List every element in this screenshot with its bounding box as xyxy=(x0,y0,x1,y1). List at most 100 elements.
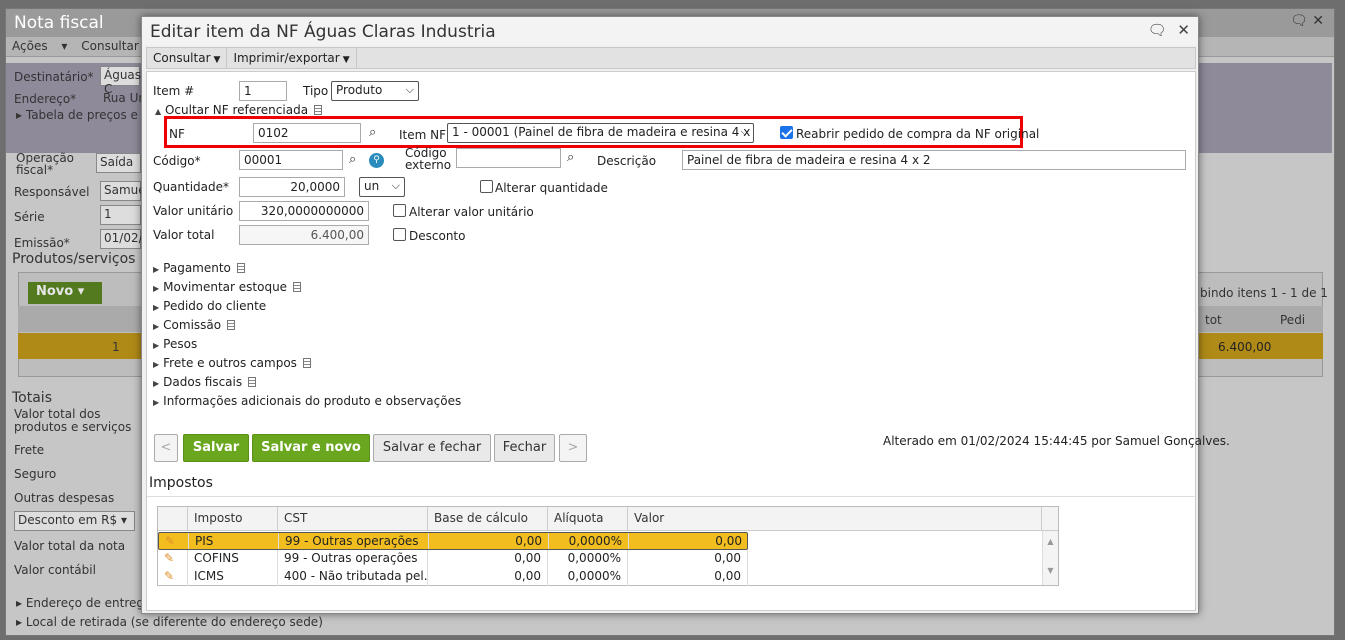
item-nf-select[interactable]: 1 - 00001 (Painel de fibra de madeira e … xyxy=(447,123,754,143)
caret-right-icon: ▶ xyxy=(153,341,160,350)
document-icon xyxy=(293,282,302,292)
codigo-label: Código* xyxy=(153,154,201,168)
cell-valor: 0,00 xyxy=(628,568,748,586)
bg-title-text: Nota fiscal xyxy=(14,13,104,33)
descricao-label: Descrição xyxy=(597,154,657,168)
document-icon xyxy=(236,263,245,273)
nf-input[interactable]: 0102 xyxy=(253,123,361,143)
section-frete[interactable]: ▶ Frete e outros campos xyxy=(153,356,311,370)
item-input[interactable]: 1 xyxy=(239,81,287,101)
save-and-new-button[interactable]: Salvar e novo xyxy=(252,434,370,462)
bg-row-total: 6.400,00 xyxy=(1218,340,1272,354)
alterar-quantidade-label: Alterar quantidade xyxy=(495,181,608,195)
bg-label-valor-total-produtos: Valor total dos produtos e serviços xyxy=(14,407,132,434)
reabrir-checkbox[interactable] xyxy=(780,126,793,139)
chat-icon[interactable]: 🗨︎ xyxy=(1148,21,1167,39)
caret-right-icon: ▶ xyxy=(153,360,160,369)
table-row[interactable]: ✎ ICMS 400 - Não tributada pel... 0,00 0… xyxy=(158,568,1042,586)
chevron-down-icon: ⌵ xyxy=(405,83,414,96)
cell-cst: 99 - Outras operações xyxy=(279,533,429,549)
cell-imposto: ICMS xyxy=(188,568,278,586)
section-pedido-cliente[interactable]: ▶ Pedido do cliente xyxy=(153,299,266,313)
ocultar-nf-toggle[interactable]: ▲ Ocultar NF referenciada xyxy=(155,103,323,117)
valor-unitario-label: Valor unitário xyxy=(153,204,234,218)
descricao-input[interactable]: Painel de fibra de madeira e resina 4 x … xyxy=(682,150,1186,170)
previous-button[interactable]: < xyxy=(154,434,178,462)
codigo-externo-label: Código externo xyxy=(405,146,452,172)
section-movimentar-estoque[interactable]: ▶ Movimentar estoque xyxy=(153,280,302,294)
codigo-input[interactable]: 00001 xyxy=(239,150,343,170)
dialog-body: Item # 1 Tipo Produto ⌵ ▲ Ocultar NF refe… xyxy=(146,71,1230,611)
col-imposto[interactable]: Imposto xyxy=(188,507,278,531)
search-icon[interactable]: ⌕ xyxy=(369,125,376,140)
bg-label-endereco: Endereço* xyxy=(14,92,77,106)
caret-right-icon: ▶ xyxy=(153,284,160,293)
document-icon xyxy=(227,320,236,330)
col-aliquota[interactable]: Alíquota xyxy=(548,507,628,531)
imprimir-menu[interactable]: Imprimir/exportar ▼ xyxy=(227,48,357,68)
scroll-down-icon[interactable]: ▼ xyxy=(1043,566,1058,575)
cell-aliquota: 0,0000% xyxy=(548,550,628,568)
col-cst[interactable]: CST xyxy=(278,507,428,531)
table-row[interactable]: ✎ PIS 99 - Outras operações 0,00 0,0000%… xyxy=(158,532,748,550)
tipo-select[interactable]: Produto ⌵ xyxy=(331,81,419,101)
save-button[interactable]: Salvar xyxy=(183,434,249,462)
pencil-icon[interactable]: ✎ xyxy=(159,533,189,549)
valor-unitario-input[interactable]: 320,0000000000 xyxy=(239,201,369,221)
bg-row-item: 1 xyxy=(112,340,120,354)
col-base-calculo[interactable]: Base de cálculo xyxy=(428,507,548,531)
cell-valor: 0,00 xyxy=(628,550,748,568)
cell-base: 0,00 xyxy=(428,550,548,568)
unidade-select[interactable]: un ⌵ xyxy=(359,177,405,197)
section-info-adicionais[interactable]: ▶ Informações adicionais do produto e obs… xyxy=(153,394,461,408)
pencil-icon[interactable]: ✎ xyxy=(158,550,188,568)
caret-right-icon: ▶ xyxy=(153,303,160,312)
section-comissao[interactable]: ▶ Comissão xyxy=(153,318,236,332)
document-icon xyxy=(248,377,257,387)
valor-total-label: Valor total xyxy=(153,228,215,242)
pencil-icon[interactable]: ✎ xyxy=(158,568,188,586)
cell-aliquota: 0,0000% xyxy=(549,533,629,549)
bg-col-tot: tot xyxy=(1205,313,1222,327)
chevron-down-icon: ▼ xyxy=(342,55,350,65)
save-and-close-button[interactable]: Salvar e fechar xyxy=(373,434,491,462)
section-pagamento[interactable]: ▶ Pagamento xyxy=(153,261,245,275)
section-pesos[interactable]: ▶ Pesos xyxy=(153,337,197,351)
alterar-valor-unitario-checkbox[interactable] xyxy=(393,204,406,217)
desconto-checkbox[interactable] xyxy=(393,228,406,241)
next-button[interactable]: > xyxy=(559,434,587,462)
alterar-quantidade-checkbox[interactable] xyxy=(480,180,493,193)
bg-heading-totais: Totais xyxy=(12,390,52,406)
table-scrollbar[interactable]: ▲ ▼ xyxy=(1042,531,1058,585)
chevron-down-icon: ⌵ xyxy=(391,179,400,192)
col-edit xyxy=(158,507,188,531)
impostos-heading: Impostos xyxy=(149,475,213,491)
bg-select-desconto: Desconto em R$ ▾ xyxy=(14,511,135,531)
table-row[interactable]: ✎ COFINS 99 - Outras operações 0,00 0,00… xyxy=(158,550,1042,568)
consultar-menu[interactable]: Consultar ▼ xyxy=(147,48,228,68)
close-icon[interactable]: ✕ xyxy=(1177,21,1190,39)
bg-endereco-entrega: ▸ Endereço de entrega xyxy=(16,596,152,610)
bg-tabela-precos: ▸ Tabela de preços e re xyxy=(16,108,154,122)
col-valor[interactable]: Valor xyxy=(628,507,1042,531)
search-icon[interactable]: ⌕ xyxy=(567,150,574,165)
search-icon[interactable]: ⌕ xyxy=(349,152,356,167)
bg-heading-produtos: Produtos/serviços xyxy=(12,251,136,267)
caret-right-icon: ▶ xyxy=(153,398,160,407)
caret-right-icon: ▶ xyxy=(153,265,160,274)
bg-novo-button: Novo ▾ xyxy=(28,282,102,304)
bg-label-valor-contabil: Valor contábil xyxy=(14,563,96,577)
codigo-externo-input[interactable] xyxy=(456,148,561,168)
bg-label-seguro: Seguro xyxy=(14,467,57,481)
edit-item-dialog: Editar item da NF Águas Claras Industria… xyxy=(141,16,1230,614)
scroll-up-icon[interactable]: ▲ xyxy=(1043,537,1058,546)
impostos-divider xyxy=(147,496,1197,497)
close-button[interactable]: Fechar xyxy=(494,434,555,462)
chevron-down-icon: ▼ xyxy=(213,55,221,65)
quantidade-input[interactable]: 20,0000 xyxy=(239,177,345,197)
alterar-valor-unitario-label: Alterar valor unitário xyxy=(409,205,534,219)
bg-label-emissao: Emissão* xyxy=(14,236,70,250)
bg-field-destinatario: Águas C xyxy=(100,66,141,96)
lookup-icon[interactable]: ⚲ xyxy=(369,153,384,168)
section-dados-fiscais[interactable]: ▶ Dados fiscais xyxy=(153,375,257,389)
